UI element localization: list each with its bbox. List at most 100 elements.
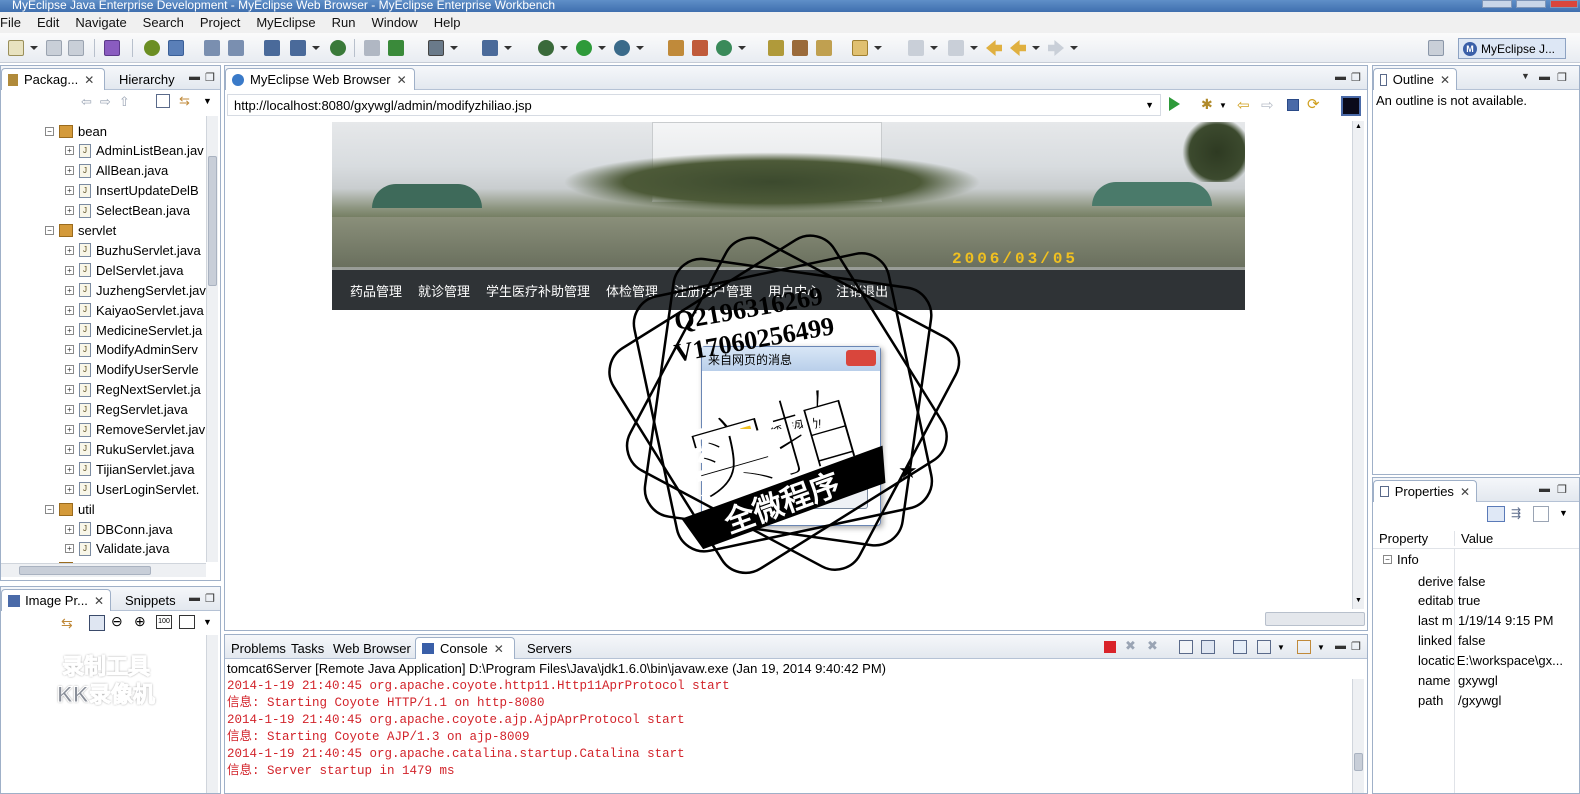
expand-icon[interactable]: + [65, 265, 74, 275]
preview-scrollbar[interactable] [206, 635, 218, 793]
collapse-all-icon[interactable] [156, 94, 170, 108]
maximize-window-button[interactable] [1516, 0, 1546, 8]
file-node[interactable]: + J DBConn.java [65, 519, 173, 539]
minimize-icon[interactable]: ▬ [189, 592, 200, 604]
fit-icon[interactable] [89, 615, 105, 631]
menu-project[interactable]: Project [192, 15, 248, 30]
tab-web-browser-view[interactable]: Web Browser [327, 637, 417, 659]
file-node[interactable]: + J RegServlet.java [65, 400, 188, 420]
clear-console-icon[interactable] [1179, 640, 1193, 654]
expand-icon[interactable]: + [65, 245, 74, 255]
new-server-icon[interactable] [482, 40, 498, 56]
nav-item-users[interactable]: 注册用户管理 [674, 281, 752, 300]
new-package-icon[interactable] [692, 40, 708, 56]
property-row[interactable]: editab true [1373, 591, 1563, 611]
nav-item-subsidy[interactable]: 学生医疗补助管理 [486, 281, 590, 300]
expand-icon[interactable]: + [65, 186, 74, 196]
file-node[interactable]: + J AdminListBean.jav [65, 141, 204, 161]
maximize-icon[interactable]: ❐ [1557, 483, 1567, 496]
scroll-down-icon[interactable]: ▼ [1355, 597, 1362, 604]
folder-icon[interactable] [816, 40, 832, 56]
tree-vertical-scrollbar[interactable] [206, 116, 218, 562]
deploy-icon[interactable] [168, 40, 184, 56]
expand-icon[interactable]: + [65, 365, 74, 375]
expand-icon[interactable]: + [65, 444, 74, 454]
server-icon[interactable] [104, 40, 120, 56]
tab-tasks[interactable]: Tasks [285, 637, 330, 659]
minimize-icon[interactable]: ▬ [189, 71, 200, 83]
fullscreen-icon[interactable] [179, 615, 195, 629]
close-tab-icon[interactable]: ✕ [1440, 73, 1450, 87]
file-node[interactable]: + J JuzhengServlet.jav [65, 280, 206, 300]
tab-servers[interactable]: Servers [521, 637, 578, 659]
minimize-icon[interactable]: ▬ [1539, 483, 1550, 495]
property-row[interactable]: linked false [1373, 631, 1563, 651]
last-edit-icon[interactable] [986, 40, 1002, 56]
open-perspective-button[interactable] [1428, 40, 1444, 56]
forward-icon[interactable]: ⇨ [1261, 96, 1274, 114]
open-type-icon[interactable] [264, 40, 280, 56]
nav-item-checkup[interactable]: 体检管理 [606, 281, 658, 300]
close-tab-icon[interactable]: ✕ [1460, 485, 1470, 499]
expand-icon[interactable]: + [65, 405, 74, 415]
perspective-myeclipse-button[interactable]: M MyEclipse J... [1458, 38, 1566, 59]
scroll-up-icon[interactable]: ▲ [1355, 123, 1362, 130]
view-menu-icon[interactable]: ▼ [1521, 71, 1530, 81]
properties-group-info[interactable]: − Info [1383, 552, 1419, 567]
file-node[interactable]: + J KaiyaoServlet.java [65, 300, 204, 320]
tab-package-explorer[interactable]: Packag... ✕ [1, 68, 105, 90]
tree-horizontal-scrollbar[interactable] [1, 563, 206, 577]
file-node[interactable]: + J RemoveServlet.jav [65, 420, 205, 440]
up-nav-icon[interactable]: ⇧ [119, 94, 138, 109]
property-row[interactable]: last m 1/19/14 9:15 PM [1373, 611, 1563, 631]
restore-default-icon[interactable] [1533, 506, 1549, 522]
dialog-ok-button[interactable] [802, 487, 868, 509]
new-dropdown-icon[interactable] [30, 46, 38, 50]
collapse-icon[interactable]: − [1383, 555, 1392, 564]
print-icon[interactable] [68, 40, 84, 56]
tab-image-preview[interactable]: Image Pr... ✕ [1, 589, 111, 611]
close-tab-icon[interactable]: ✕ [494, 642, 504, 656]
menu-file[interactable]: File [0, 15, 29, 30]
close-window-button[interactable] [1550, 0, 1578, 8]
open-folder-icon[interactable] [852, 40, 868, 56]
remove-all-icon[interactable]: ✖ [1147, 638, 1158, 654]
url-dropdown-icon[interactable]: ▼ [1145, 100, 1154, 110]
expand-icon[interactable]: + [65, 146, 74, 156]
file-node[interactable]: + J RukuServlet.java [65, 439, 194, 459]
menu-search[interactable]: Search [135, 15, 192, 30]
expand-icon[interactable]: + [65, 206, 74, 216]
nav-item-visits[interactable]: 就诊管理 [418, 281, 470, 300]
new-icon[interactable] [8, 40, 24, 56]
maximize-icon[interactable]: ❐ [1557, 71, 1567, 84]
forward-nav-icon[interactable]: ⇨ [100, 94, 119, 109]
expand-icon[interactable]: + [65, 305, 74, 315]
open-perspective-icon[interactable] [768, 40, 784, 56]
open-console-icon[interactable] [1297, 640, 1311, 654]
scroll-thumb[interactable] [208, 156, 217, 286]
show-categories-icon[interactable] [1487, 506, 1505, 522]
back-nav-icon[interactable]: ⇦ [81, 94, 100, 109]
file-node[interactable]: + J ModifyUserServle [65, 360, 199, 380]
view-menu-icon[interactable]: ▼ [203, 96, 212, 106]
view-menu-icon[interactable]: ▼ [1559, 508, 1568, 518]
run-icon[interactable] [576, 40, 592, 56]
menu-navigate[interactable]: Navigate [67, 15, 134, 30]
favorites-icon[interactable]: ✱ [1201, 96, 1213, 113]
tab-hierarchy[interactable]: Hierarchy [113, 68, 181, 90]
next-annotation-icon[interactable] [908, 40, 924, 56]
external-tools-icon[interactable] [614, 40, 630, 56]
zoom-in-icon[interactable]: ⊕ [134, 613, 146, 630]
file-node[interactable]: + J ModifyAdminServ [65, 340, 198, 360]
back-icon[interactable] [1010, 40, 1026, 56]
hscroll-thumb[interactable] [19, 566, 151, 575]
zoom-out-icon[interactable]: ⊖ [111, 613, 123, 630]
menu-window[interactable]: Window [363, 15, 425, 30]
refresh-icon[interactable]: ⟳ [1307, 95, 1320, 113]
wizard-icon[interactable] [204, 40, 220, 56]
expand-icon[interactable]: + [65, 345, 74, 355]
nav-item-medicine[interactable]: 药品管理 [350, 281, 402, 300]
actual-size-icon[interactable]: 100 [156, 615, 172, 629]
forward-icon[interactable] [1048, 40, 1064, 56]
new-java-project-icon[interactable] [668, 40, 684, 56]
